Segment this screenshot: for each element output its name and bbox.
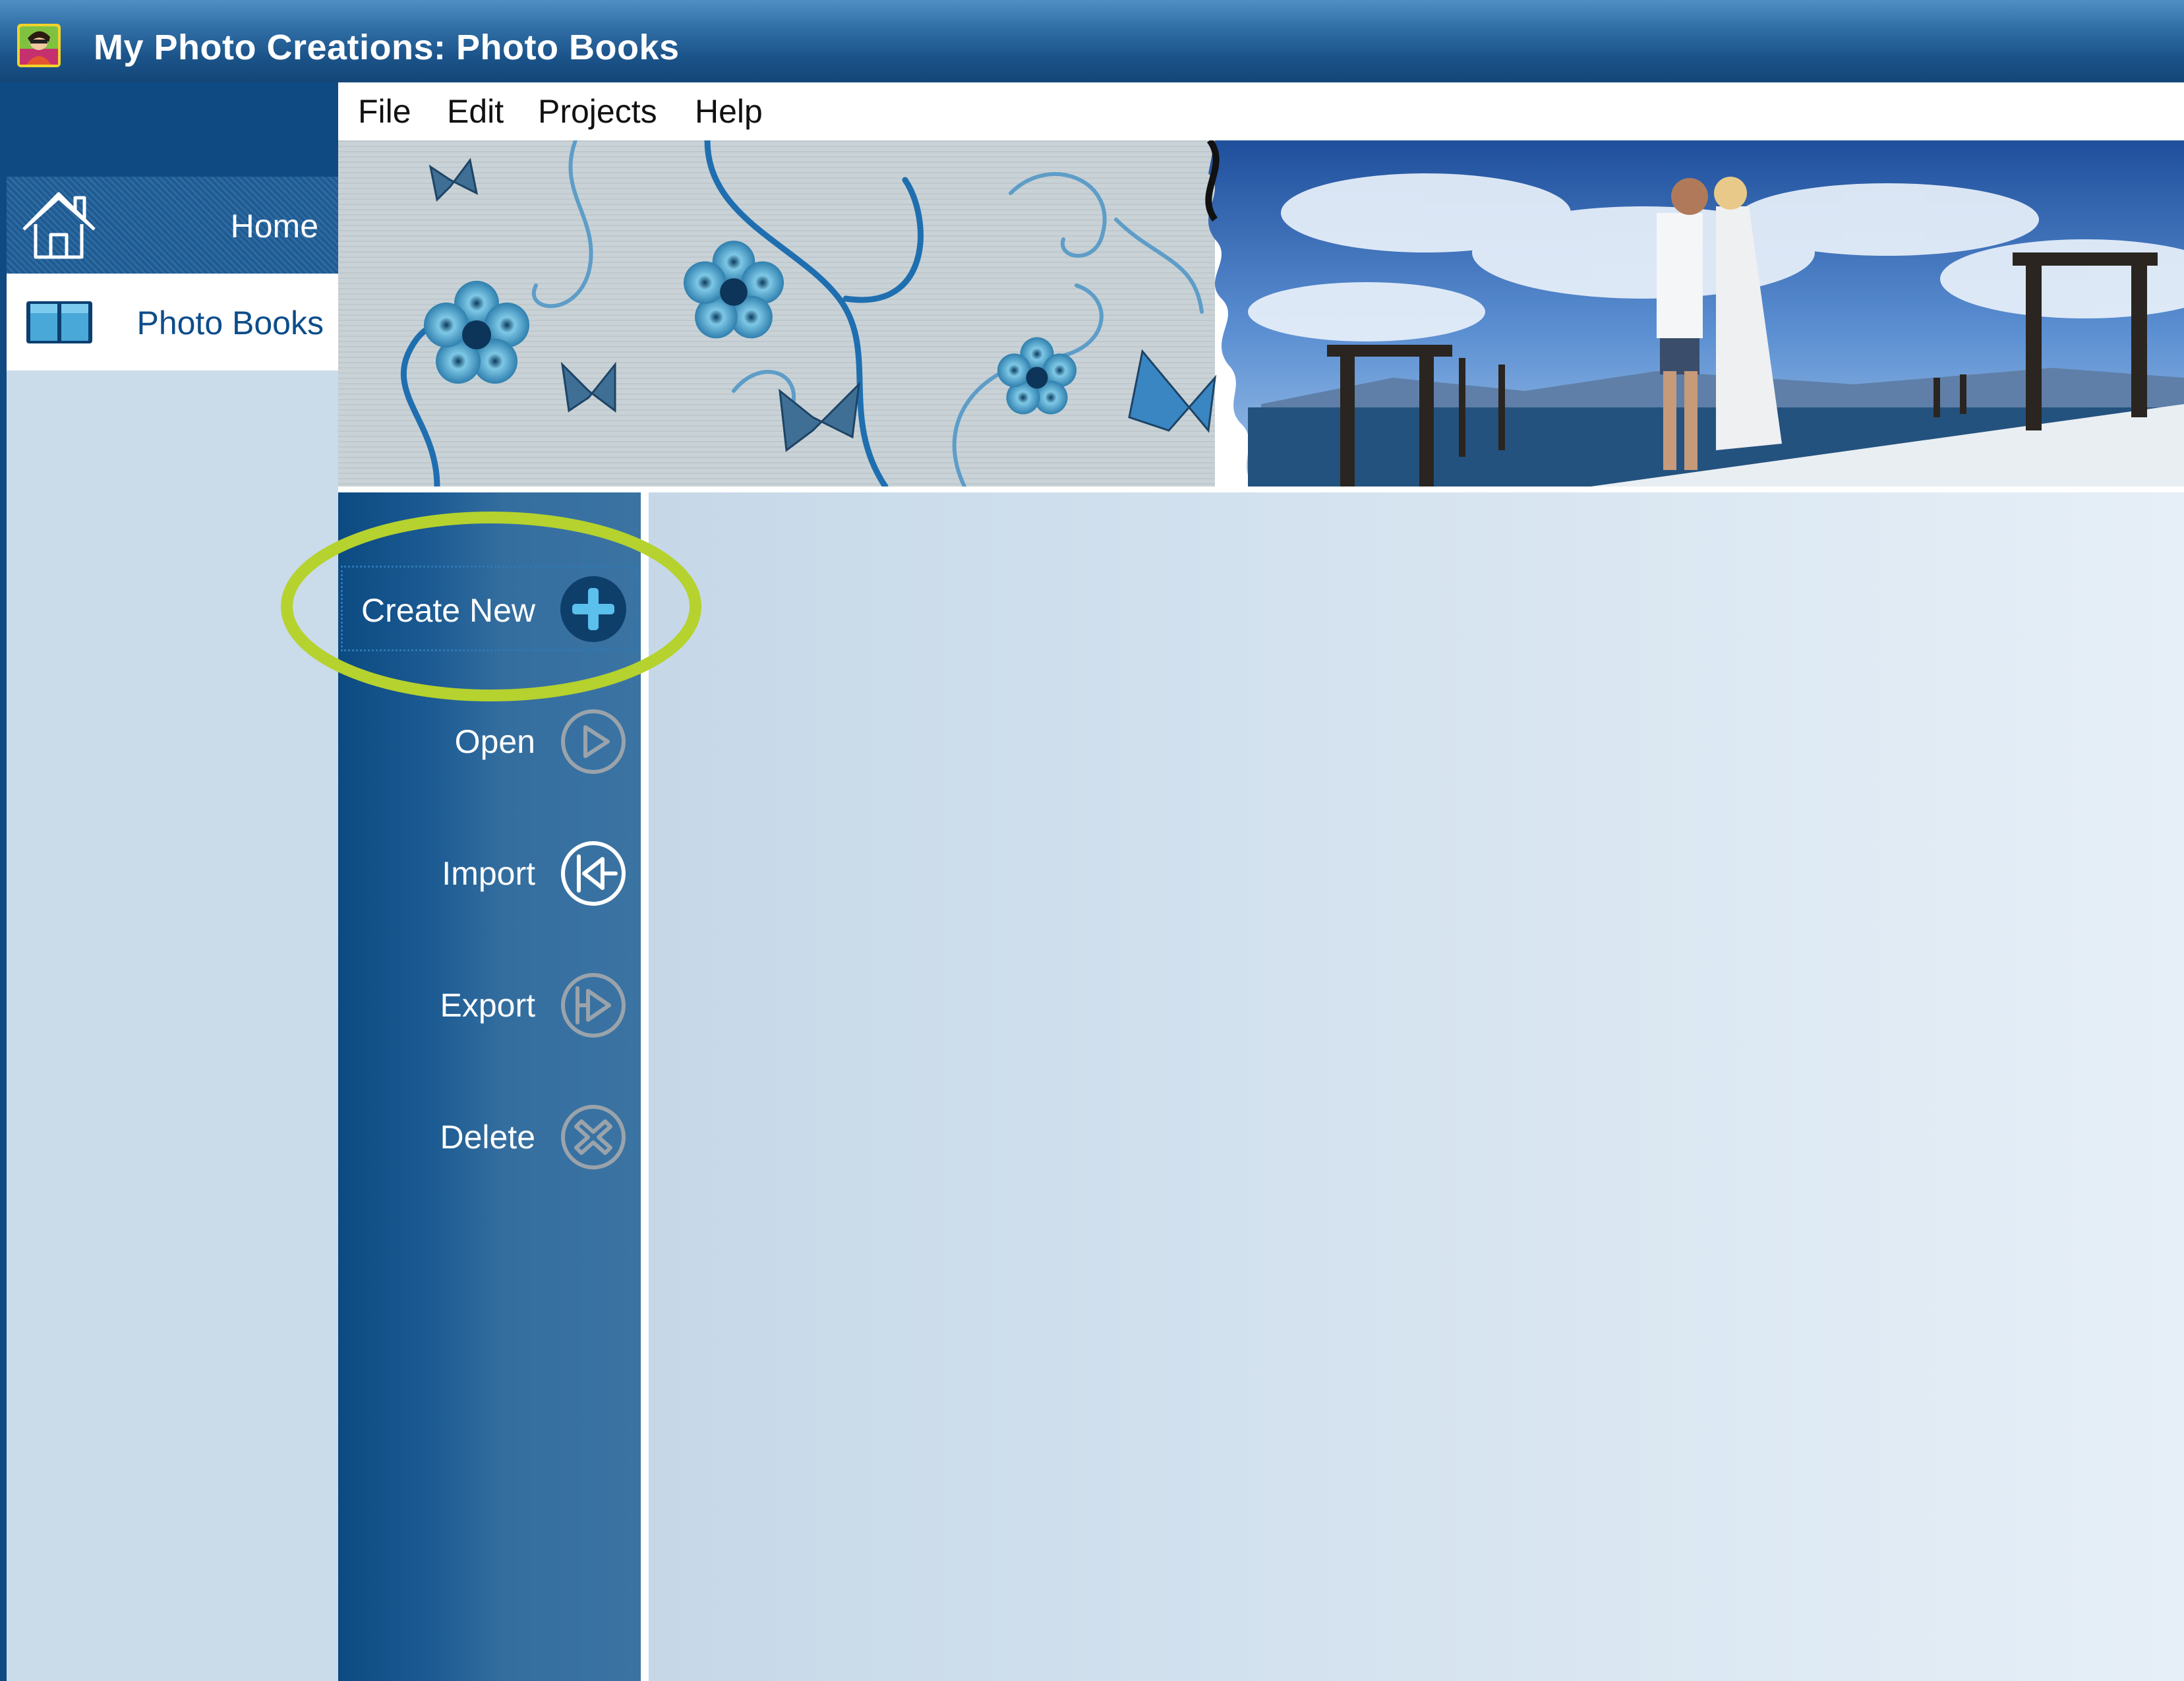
import-button[interactable]: Import <box>338 833 641 912</box>
export-button[interactable]: Export <box>338 964 641 1044</box>
home-icon <box>22 192 96 259</box>
sidebar-item-photo-books[interactable]: Photo Books <box>7 274 338 370</box>
export-icon <box>561 973 626 1038</box>
menu-item-help[interactable]: Help <box>695 90 763 133</box>
action-label: Export <box>440 987 535 1024</box>
sidebar-item-home[interactable]: Home <box>7 177 338 274</box>
left-sidebar-pane <box>7 177 338 1681</box>
sidebar-item-label: Photo Books <box>136 305 324 341</box>
menu-item-edit[interactable]: Edit <box>447 90 504 133</box>
action-label: Import <box>442 855 535 892</box>
banner-divider <box>338 487 2184 492</box>
menu-item-projects[interactable]: Projects <box>538 90 657 133</box>
play-icon <box>561 709 626 774</box>
import-icon <box>561 841 626 906</box>
action-label: Delete <box>440 1119 535 1156</box>
photo-book-icon <box>26 301 92 343</box>
app-logo-icon <box>17 24 61 67</box>
highlight-ellipse <box>281 512 701 701</box>
menu-item-file[interactable]: File <box>358 90 411 133</box>
title-bar: My Photo Creations: Photo Books <box>0 0 2184 82</box>
banner-photo <box>1205 140 2184 487</box>
window-title: My Photo Creations: Photo Books <box>94 28 680 67</box>
banner-image <box>338 140 2184 487</box>
menu-bar: File Edit Projects Help <box>338 82 2184 140</box>
main-content-area <box>649 492 2184 1681</box>
delete-icon <box>561 1105 626 1169</box>
open-button[interactable]: Open <box>338 701 641 780</box>
sidebar-item-label: Home <box>230 208 318 245</box>
action-label: Open <box>454 723 535 760</box>
delete-button[interactable]: Delete <box>338 1096 641 1175</box>
